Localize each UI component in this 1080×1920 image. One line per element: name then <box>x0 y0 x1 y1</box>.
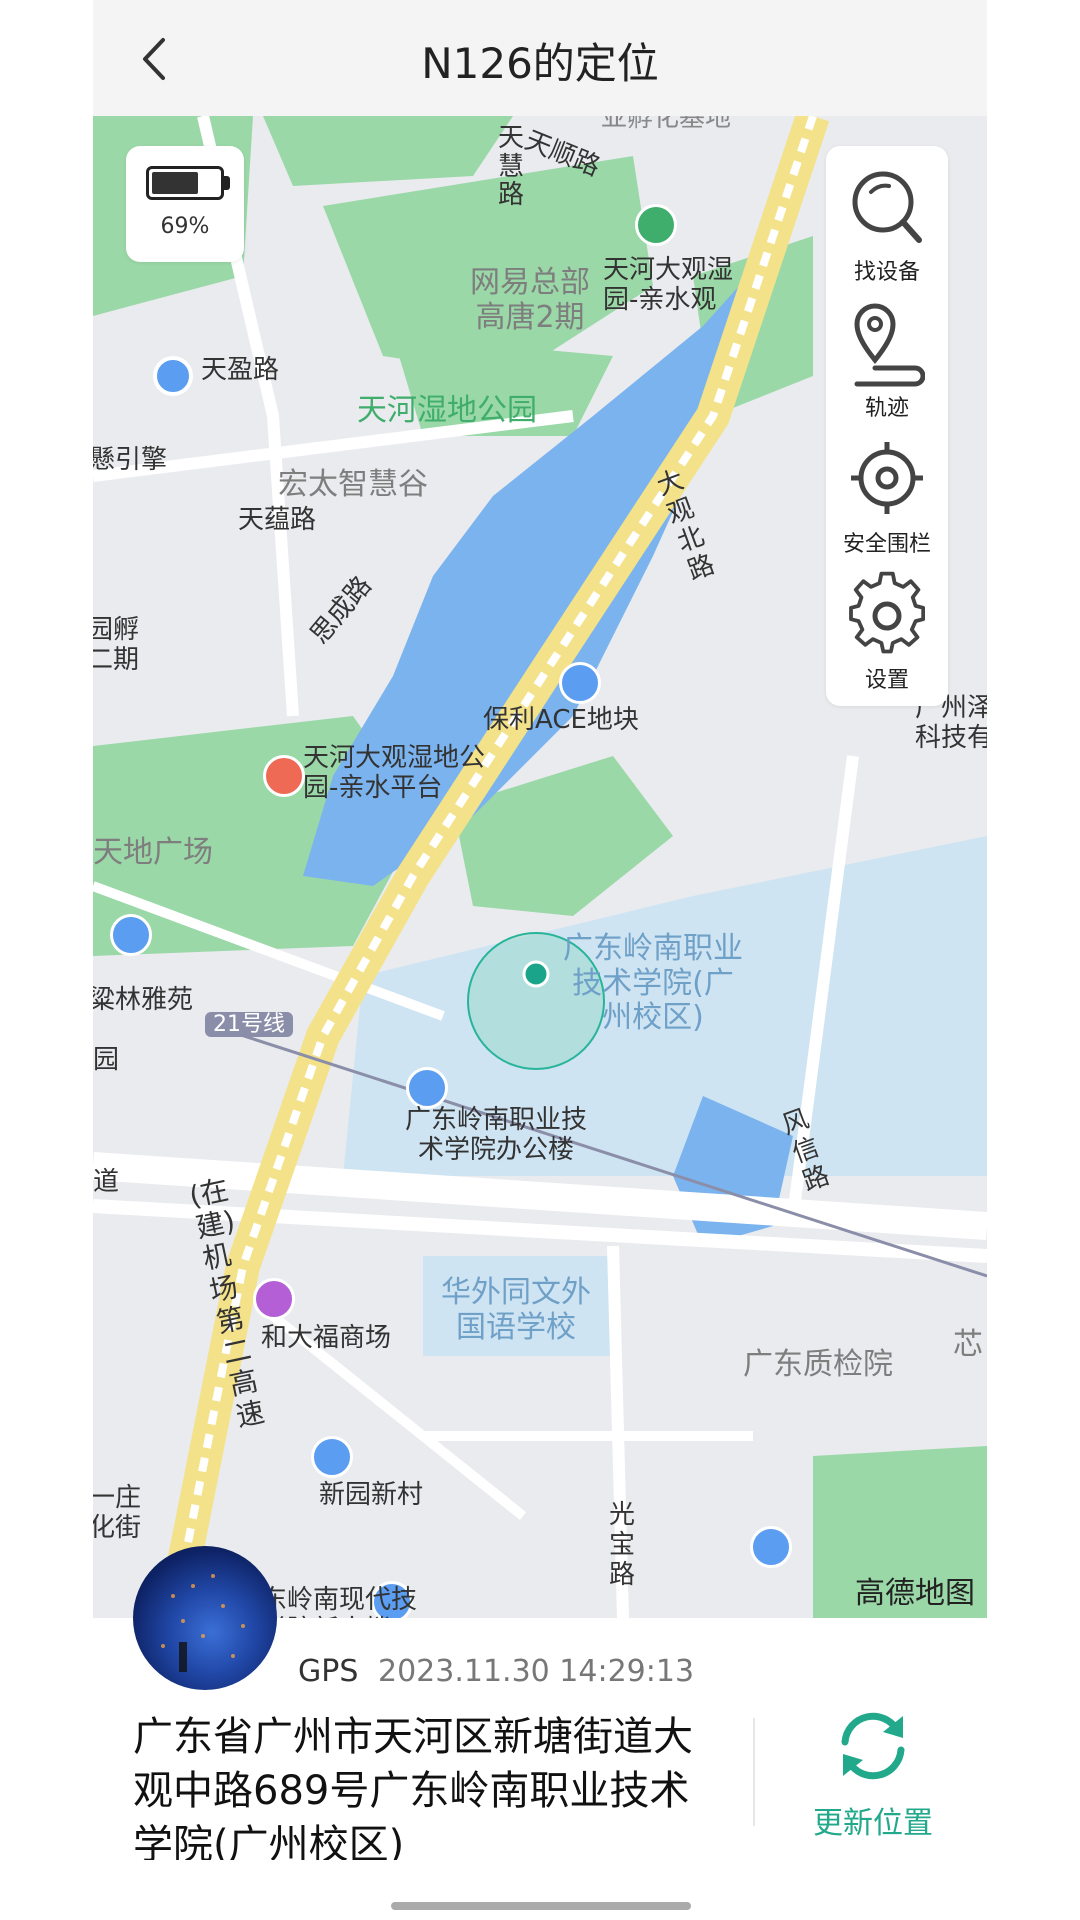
map-label: 天河大观湿 园-亲水观 <box>603 255 734 315</box>
tool-label: 轨迹 <box>864 396 909 421</box>
poi-pin-icon[interactable] <box>263 755 305 797</box>
battery-icon <box>146 166 224 200</box>
map-label: 天 慧 路 <box>498 123 525 211</box>
map-label: 新园新村 <box>319 1480 424 1510</box>
map-label: 园孵 二期 <box>93 615 140 675</box>
map-label: 网易总部 高唐2期 <box>470 265 590 335</box>
device-avatar[interactable] <box>133 1546 277 1690</box>
map-view[interactable]: 亚孵化基地 天顺路 天 慧 路 网易总部 高唐2期 天盈路 天河湿地公园 懸引擎… <box>93 116 987 1618</box>
geofence-button[interactable]: 安全围栏 <box>826 424 948 557</box>
settings-button[interactable]: 设置 <box>826 560 948 693</box>
map-label: 广东质检院 <box>743 1347 893 1382</box>
map-label: 广东岭南职业 技术学院(广 州校区) <box>563 931 743 1035</box>
gear-icon <box>849 571 925 654</box>
poi-pin-icon[interactable] <box>635 204 677 246</box>
map-label: 光 宝 路 <box>609 1500 636 1590</box>
map-label: 园 <box>93 1045 120 1075</box>
map-toolbar: 找设备 轨迹 安全围栏 设置 <box>826 146 948 706</box>
map-label: 广东岭南职业技 术学院办公楼 <box>405 1105 588 1165</box>
location-source: GPS <box>298 1654 359 1689</box>
find-device-button[interactable]: 找设备 <box>826 152 948 285</box>
map-label: 东岭南现代技 学院新南楼 <box>261 1585 418 1618</box>
location-address: 广东省广州市天河区新塘街道大观中路689号广东岭南职业技术学院(广州校区) <box>133 1714 693 1860</box>
map-label: 天地广场 <box>93 835 213 870</box>
location-timestamp: 2023.11.30 14:29:13 <box>378 1654 695 1689</box>
map-label: 华外同文外 国语学校 <box>441 1275 591 1345</box>
map-provider-logo: 高德地图 <box>855 1576 975 1611</box>
battery-percent: 69% <box>160 214 210 239</box>
map-label: 天蕴路 <box>238 505 317 535</box>
poi-pin-icon[interactable] <box>253 1278 295 1320</box>
map-label: 懸引擎 <box>93 445 168 475</box>
map-label: 一庄 化街 <box>93 1483 142 1543</box>
map-label: 宏太智慧谷 <box>278 467 428 502</box>
map-label: 天河湿地公园 <box>357 393 537 428</box>
tool-label: 设置 <box>864 668 909 693</box>
map-label: 粱林雅苑 <box>93 985 194 1015</box>
track-icon <box>854 303 925 387</box>
poi-pin-icon[interactable] <box>406 1067 448 1109</box>
poi-pin-icon[interactable] <box>750 1526 792 1568</box>
map-label: 和大福商场 <box>261 1323 392 1353</box>
left-margin <box>0 0 93 1920</box>
map-label: 芯 <box>953 1327 983 1362</box>
search-device-icon <box>852 171 922 243</box>
tool-label: 安全围栏 <box>842 532 931 557</box>
poi-pin-icon[interactable] <box>110 914 152 956</box>
map-label: 保利ACE地块 <box>483 705 639 735</box>
track-button[interactable]: 轨迹 <box>826 288 948 421</box>
tool-label: 找设备 <box>853 260 920 285</box>
refresh-label: 更新位置 <box>813 1806 933 1841</box>
geofence-icon <box>851 442 923 514</box>
map-label: 21号线 <box>205 1012 293 1038</box>
poi-pin-icon[interactable] <box>311 1436 353 1478</box>
poi-pin-icon[interactable] <box>153 356 193 396</box>
top-bar: N126的定位 <box>93 0 987 116</box>
map-label: 天盈路 <box>201 355 280 385</box>
map-label: 道 <box>93 1167 120 1197</box>
right-margin <box>987 0 1080 1920</box>
map-label: 天河大观湿地公 园-亲水平台 <box>303 743 486 803</box>
refresh-icon <box>841 1712 905 1780</box>
battery-indicator: 69% <box>126 146 244 262</box>
app-screen: N126的定位 亚孵化基地 天顺路 天 慧 路 网易总部 高唐2期 天盈路 天河… <box>93 0 987 1920</box>
home-indicator <box>391 1902 691 1910</box>
divider <box>753 1718 755 1826</box>
map-label: 亚孵化基地 <box>601 116 732 133</box>
refresh-location-button[interactable]: 更新位置 <box>793 1706 953 1856</box>
poi-pin-icon[interactable] <box>559 662 601 704</box>
page-title: N126的定位 <box>421 39 659 88</box>
